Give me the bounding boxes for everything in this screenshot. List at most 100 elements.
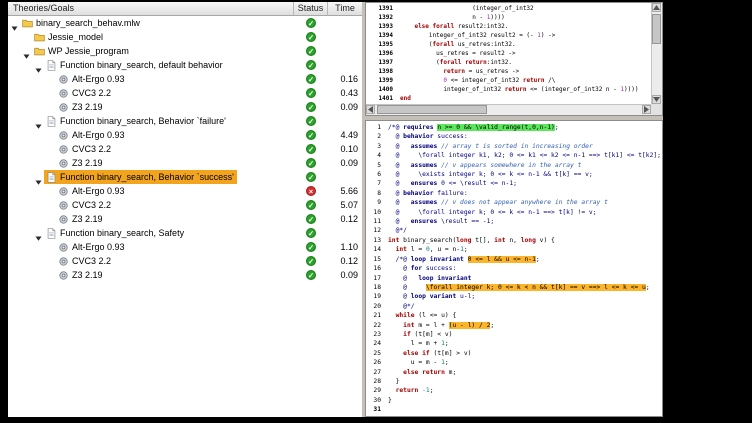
tree-row[interactable]: Function binary_search, default behavior… (8, 58, 362, 72)
tree-item-label: Z3 2.19 (72, 214, 103, 224)
code-line: 26 u = m - 1; (368, 358, 660, 367)
time-value: 1.10 (326, 240, 358, 254)
code-line: 24 l = m + 1; (368, 339, 660, 348)
task-vertical-scrollbar[interactable] (651, 3, 662, 104)
code-line: 15 /*@ loop invariant 0 <= l && u <= n-1… (368, 255, 660, 264)
line-number: 7 (368, 179, 381, 188)
expander-arrow-icon[interactable] (35, 173, 42, 180)
code-line: 1392 n - 1)))) (368, 13, 650, 22)
tree-item-label: Function binary_search, Safety (60, 228, 184, 238)
tree-row[interactable]: binary_search_behav.mlw✓ (8, 16, 362, 30)
theories-goals-panel[interactable]: Theories/Goals Status Time binary_search… (8, 2, 362, 417)
task-view[interactable]: 1391 (integer_of_int321392 n - 1))))1393… (365, 2, 663, 116)
prover-icon (58, 88, 69, 99)
tree-item-label: Alt-Ergo 0.93 (72, 186, 125, 196)
tree-cell: Z3 2.19 (56, 212, 106, 226)
expander-arrow-icon[interactable] (35, 229, 42, 236)
time-value: 0.09 (326, 268, 358, 282)
line-number: 11 (368, 217, 381, 226)
prover-icon (58, 144, 69, 155)
task-horizontal-scrollbar[interactable] (366, 104, 651, 115)
code-line: 11 @ ensures \result == -1; (368, 217, 660, 226)
source-view[interactable]: 1/*@ requires n >= 0 && \valid_range(t,0… (365, 120, 663, 417)
code-line: 16 @ for success: (368, 264, 660, 273)
line-number: 19 (368, 292, 381, 301)
scroll-down-button[interactable] (652, 95, 661, 104)
code-line: 1391 (integer_of_int32 (368, 4, 650, 13)
code-line: 31 (368, 405, 660, 414)
folder-icon (22, 18, 33, 29)
code-line: 9 @ assumes // v does not appear anywher… (368, 198, 660, 207)
tree-row[interactable]: CVC3 2.2✓0.43 (8, 86, 362, 100)
time-value: 0.43 (326, 86, 358, 100)
tree-row[interactable]: Z3 2.19✓0.12 (8, 212, 362, 226)
expander-arrow-icon[interactable] (11, 19, 18, 26)
time-value: 0.16 (326, 72, 358, 86)
prover-icon (58, 102, 69, 113)
expander-arrow-icon[interactable] (35, 61, 42, 68)
column-header-theories-goals[interactable]: Theories/Goals (8, 2, 294, 15)
folder-icon (34, 32, 45, 43)
tree-item-label: Z3 2.19 (72, 102, 103, 112)
tree-row[interactable]: CVC3 2.2✓0.12 (8, 254, 362, 268)
scroll-left-button[interactable] (366, 105, 375, 114)
tree-item-label: Function binary_search, Behavior `succes… (60, 172, 234, 182)
prover-icon (58, 74, 69, 85)
why3-ide-window: Theories/Goals Status Time binary_search… (8, 2, 663, 417)
line-number: 9 (368, 198, 381, 207)
column-header-time[interactable]: Time (328, 2, 362, 15)
tree-row[interactable]: Z3 2.19✓0.09 (8, 268, 362, 282)
tree-item-label: CVC3 2.2 (72, 200, 111, 210)
status-ok-icon: ✓ (306, 46, 316, 56)
tree-row[interactable]: Function binary_search, Behavior `succes… (8, 170, 362, 184)
tree-row[interactable]: Alt-Ergo 0.93 ✓ 0.16 (8, 72, 362, 86)
status-ok-icon: ✓ (306, 200, 316, 210)
tree-row[interactable]: CVC3 2.2✓0.10 (8, 142, 362, 156)
code-line: 1393 else forall result2:int32. (368, 22, 650, 31)
tree-row[interactable]: CVC3 2.2✓5.07 (8, 198, 362, 212)
tree-cell: Alt-Ergo 0.93 (56, 128, 128, 142)
vertical-scrollbar-thumb[interactable] (652, 14, 661, 44)
line-number: 14 (368, 245, 381, 254)
scroll-right-button[interactable] (642, 105, 651, 114)
tree-row[interactable]: Z3 2.19✓0.09 (8, 156, 362, 170)
status-ok-icon: ✓ (306, 144, 316, 154)
line-number: 12 (368, 226, 381, 235)
tree-cell: CVC3 2.2 (56, 254, 114, 268)
time-value: 5.66 (326, 184, 358, 198)
expander-arrow-icon[interactable] (23, 47, 30, 54)
tree-item-label: Alt-Ergo 0.93 (72, 242, 125, 252)
tree-item-label: Jessie_model (48, 32, 103, 42)
scroll-up-button[interactable] (652, 3, 661, 12)
tree-row[interactable]: Function binary_search, Behavior `failur… (8, 114, 362, 128)
code-line: 29 return -1; (368, 386, 660, 395)
status-ok-icon: ✓ (306, 60, 316, 70)
code-line: 3 @ assumes // array t is sorted in incr… (368, 142, 660, 151)
tree-item-label: CVC3 2.2 (72, 88, 111, 98)
code-line: 1/*@ requires n >= 0 && \valid_range(t,0… (368, 123, 660, 132)
column-header-status[interactable]: Status (294, 2, 328, 15)
code-line: 1397 (forall return:int32. (368, 58, 650, 67)
code-line: 27 else return m; (368, 368, 660, 377)
tree-row[interactable]: Z3 2.19✓0.09 (8, 100, 362, 114)
time-value: 0.12 (326, 212, 358, 226)
tree-row[interactable]: Jessie_model✓ (8, 30, 362, 44)
line-number: 3 (368, 142, 381, 151)
line-number: 25 (368, 349, 381, 358)
expander-arrow-icon[interactable] (35, 117, 42, 124)
prover-icon (58, 130, 69, 141)
tree-row[interactable]: WP Jessie_program✓ (8, 44, 362, 58)
line-number: 18 (368, 283, 381, 292)
file-icon (46, 172, 57, 183)
line-number: 17 (368, 274, 381, 283)
tree-row[interactable]: Function binary_search, Safety✓ (8, 226, 362, 240)
tree-row[interactable]: Alt-Ergo 0.93✓4.49 (8, 128, 362, 142)
tree-row[interactable]: Alt-Ergo 0.93×5.66 (8, 184, 362, 198)
scrollbar-corner (651, 104, 662, 115)
tree-cell: Z3 2.19 (56, 156, 106, 170)
tree-row[interactable]: Alt-Ergo 0.93✓1.10 (8, 240, 362, 254)
horizontal-scrollbar-thumb[interactable] (377, 105, 487, 114)
status-ok-icon: ✓ (306, 74, 316, 84)
tree-cell: Alt-Ergo 0.93 (56, 72, 128, 86)
line-number: 27 (368, 368, 381, 377)
